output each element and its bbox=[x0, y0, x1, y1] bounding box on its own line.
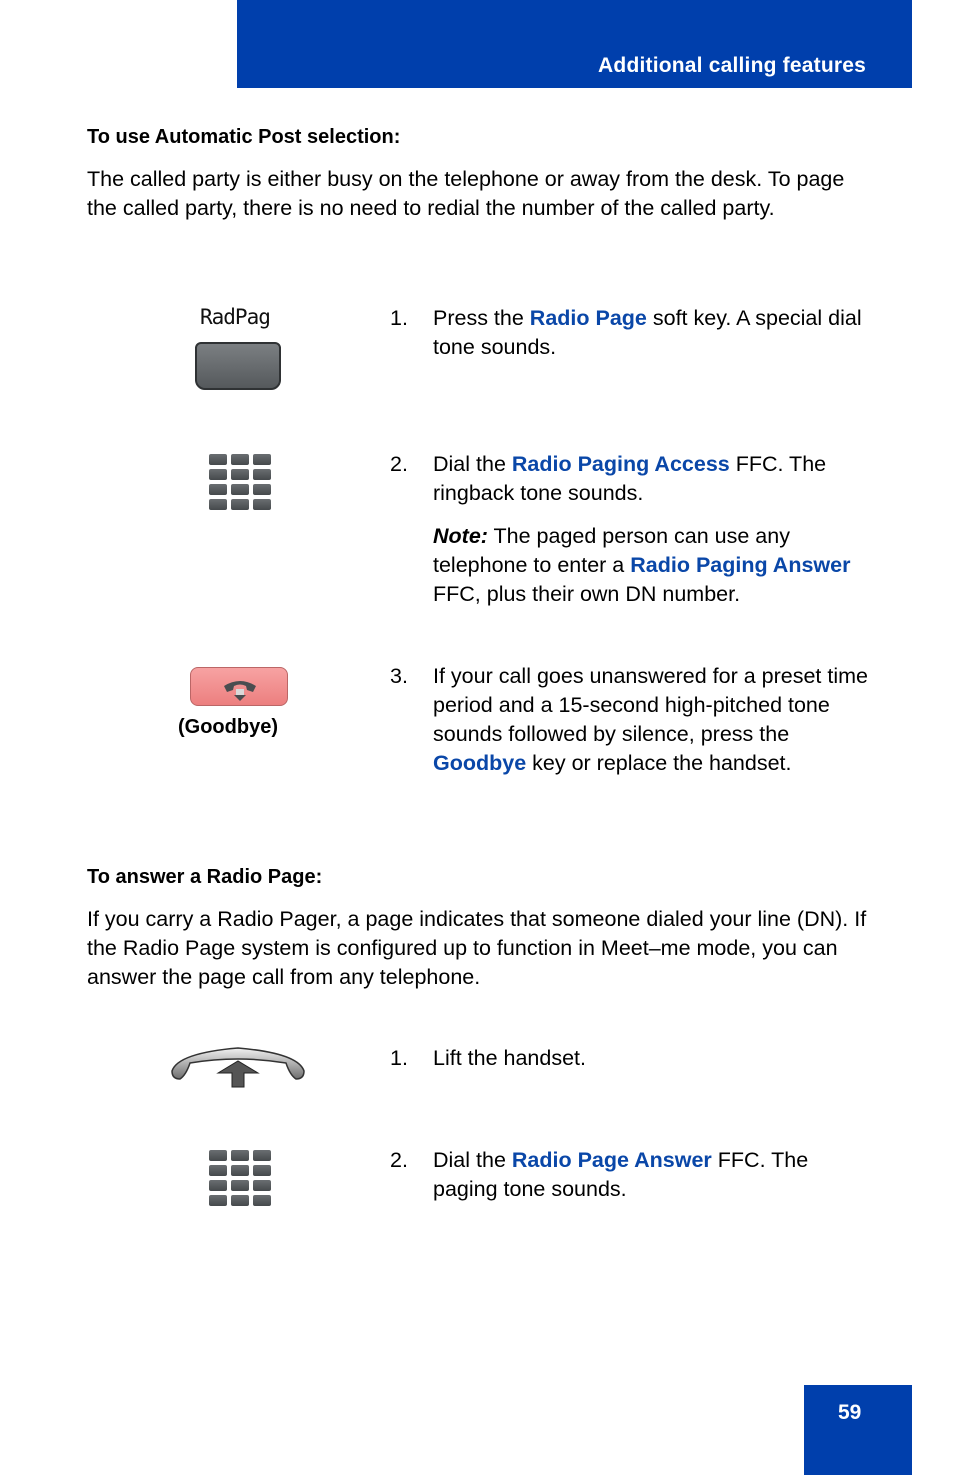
section-heading-answer-radio-page: To answer a Radio Page: bbox=[87, 866, 323, 888]
note-text: FFC, plus their own DN number. bbox=[433, 582, 741, 606]
header-bar: Additional calling features bbox=[237, 0, 912, 88]
section-heading-automatic-post: To use Automatic Post selection: bbox=[87, 126, 401, 148]
step-text: Dial the bbox=[433, 1148, 512, 1172]
step-number: 3. bbox=[390, 664, 408, 688]
key-name: Radio Paging Answer bbox=[630, 553, 851, 577]
note: Note: The paged person can use any telep… bbox=[433, 522, 870, 609]
step-text: key or replace the handset. bbox=[526, 751, 792, 775]
step-text: Dial the bbox=[433, 452, 512, 476]
page-number: 59 bbox=[838, 1401, 862, 1424]
chapter-title: Additional calling features bbox=[598, 54, 866, 77]
note-label: Note: bbox=[433, 524, 488, 548]
step-text: Press the bbox=[433, 306, 530, 330]
dialpad-icon bbox=[209, 1150, 271, 1206]
step-number: 2. bbox=[390, 1148, 408, 1172]
step-3: 3. If your call goes unanswered for a pr… bbox=[390, 662, 870, 778]
section-intro-answer-radio-page: If you carry a Radio Pager, a page indic… bbox=[87, 907, 867, 989]
page-number-box: 59 bbox=[804, 1385, 912, 1475]
key-name: Radio Paging Access bbox=[511, 452, 730, 476]
lift-handset-icon bbox=[171, 1047, 305, 1088]
dialpad-icon bbox=[209, 454, 271, 510]
softkey-display-label: RadPag bbox=[200, 305, 271, 329]
step-1: 1. Press the Radio Page soft key. A spec… bbox=[390, 304, 870, 362]
softkey-icon bbox=[195, 342, 281, 390]
step-answer-1: 1. Lift the handset. bbox=[390, 1044, 870, 1073]
section-intro-automatic-post: The called party is either busy on the t… bbox=[87, 167, 845, 220]
step-text: If your call goes unanswered for a prese… bbox=[433, 664, 868, 746]
step-answer-2: 2. Dial the Radio Page Answer FFC. The p… bbox=[390, 1146, 870, 1204]
key-name: Goodbye bbox=[433, 751, 527, 775]
hang-up-handset-icon bbox=[224, 681, 256, 701]
goodbye-label: (Goodbye) bbox=[178, 716, 278, 738]
step-number: 1. bbox=[390, 306, 408, 330]
step-number: 2. bbox=[390, 452, 408, 476]
goodbye-icon bbox=[190, 667, 288, 706]
step-text: Lift the handset. bbox=[433, 1046, 586, 1070]
key-name: Radio Page bbox=[529, 306, 647, 330]
key-name: Radio Page Answer bbox=[511, 1148, 712, 1172]
step-2: 2. Dial the Radio Paging Access FFC. The… bbox=[390, 450, 870, 609]
step-number: 1. bbox=[390, 1046, 408, 1070]
